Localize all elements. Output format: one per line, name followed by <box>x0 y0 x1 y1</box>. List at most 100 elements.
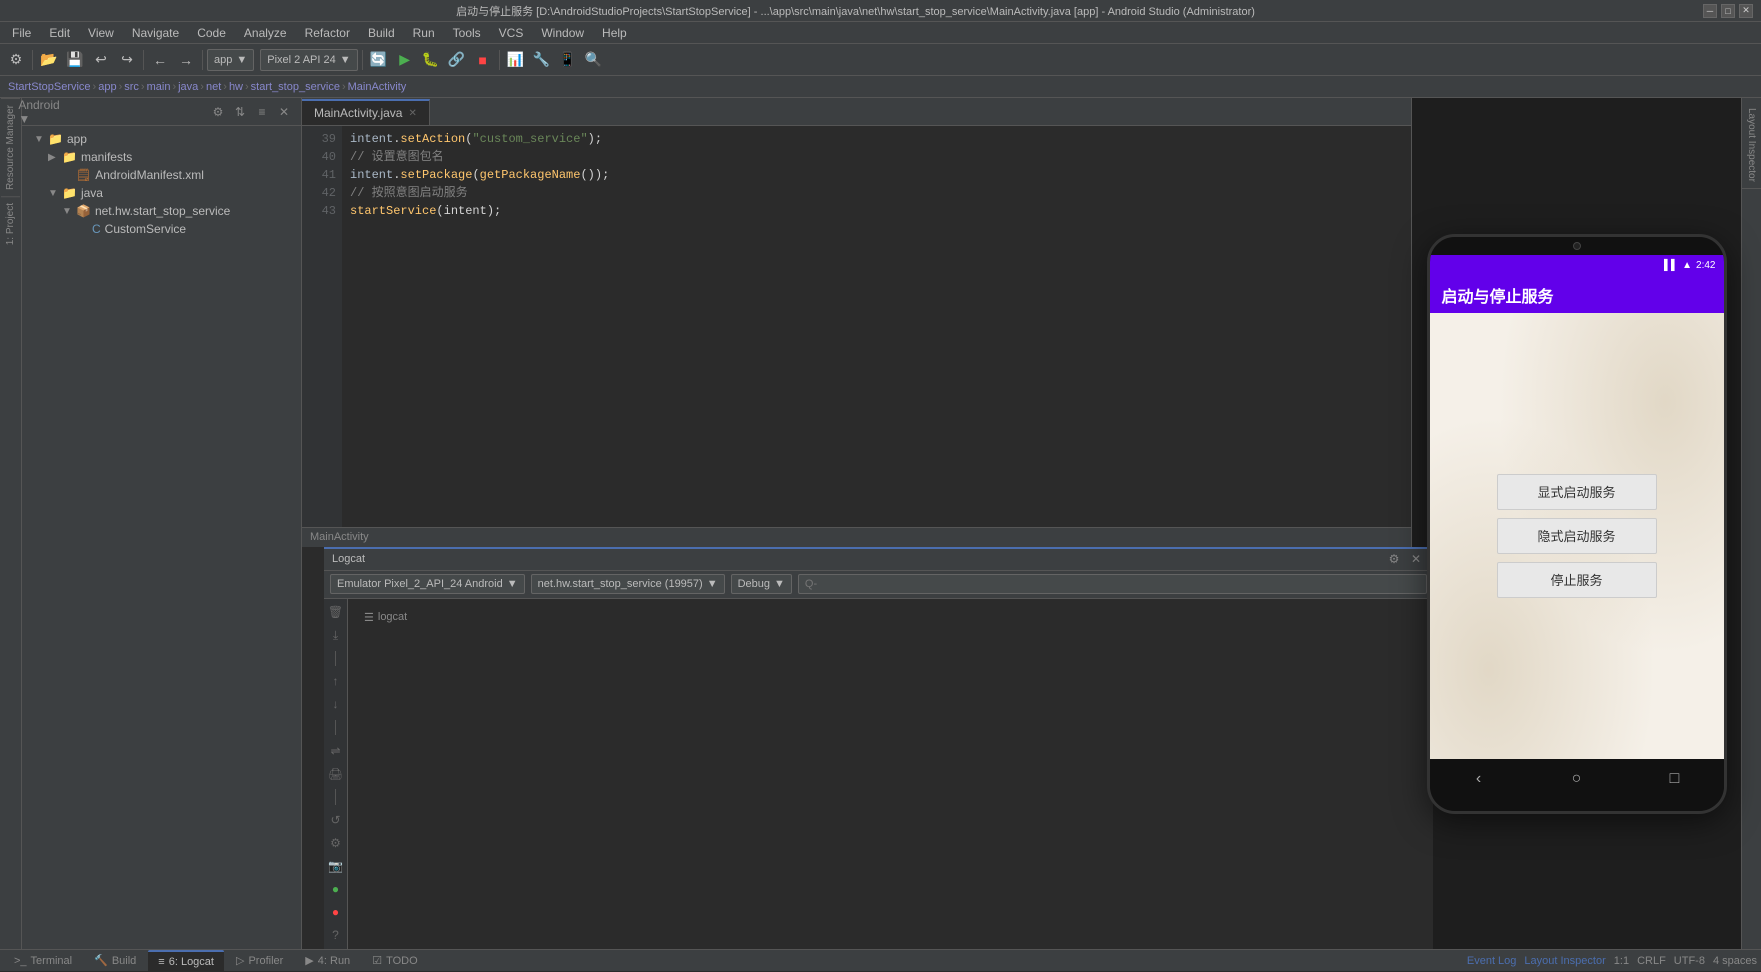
tab-run[interactable]: ▶ 4: Run <box>295 950 360 972</box>
menu-navigate[interactable]: Navigate <box>124 24 187 42</box>
bc-mainactivity[interactable]: MainActivity <box>348 81 407 93</box>
sort-icon[interactable]: ⇅ <box>231 103 249 121</box>
back-nav-icon[interactable]: ‹ <box>1467 767 1491 791</box>
bc-main[interactable]: main <box>147 81 171 93</box>
red-logcat-icon[interactable]: ● <box>326 903 346 922</box>
restart-logcat-icon[interactable]: ↺ <box>326 811 346 830</box>
phone-btn3[interactable]: 停止服务 <box>1497 562 1657 598</box>
toolbar-open[interactable]: 📂 <box>37 48 61 72</box>
settings-logcat-icon[interactable]: ⚙ <box>326 834 346 853</box>
collapse-all-icon[interactable]: ≡ <box>253 103 271 121</box>
tab-build[interactable]: 🔨 Build <box>84 950 146 972</box>
phone-status-bar: ▌▌ ▲ 2:42 <box>1430 255 1724 277</box>
bc-hw[interactable]: hw <box>229 81 243 93</box>
toolbar-undo[interactable]: ↩ <box>89 48 113 72</box>
profile-button[interactable]: 📊 <box>504 48 528 72</box>
layout-inspector-tab[interactable]: Layout Inspector <box>1742 102 1761 189</box>
search-button[interactable]: 🔍 <box>582 48 606 72</box>
run-tab-icon: ▶ <box>305 954 313 967</box>
menu-tools[interactable]: Tools <box>445 24 489 42</box>
menu-window[interactable]: Window <box>533 24 592 42</box>
tab-close-icon[interactable]: ✕ <box>408 108 416 119</box>
tab-terminal[interactable]: >_ Terminal <box>4 950 82 972</box>
clear-logcat-icon[interactable]: 🗑 <box>326 603 346 622</box>
code-content[interactable]: intent.setAction("custom_service"); // 设… <box>342 126 1411 527</box>
tab-todo[interactable]: ☑ TODO <box>362 950 427 972</box>
project-tab[interactable]: 1: Project <box>1 196 20 251</box>
tree-java[interactable]: ▼ 📁 java <box>22 184 301 202</box>
tree-androidmanifest[interactable]: 🗒 AndroidManifest.xml <box>22 166 301 184</box>
bc-java[interactable]: java <box>178 81 198 93</box>
todo-icon: ☑ <box>372 954 382 967</box>
tab-logcat[interactable]: ≡ 6: Logcat <box>148 950 224 972</box>
phone-btn1[interactable]: 显式启动服务 <box>1497 474 1657 510</box>
avd-button[interactable]: 📱 <box>556 48 580 72</box>
maximize-button[interactable]: □ <box>1721 4 1735 18</box>
menu-run[interactable]: Run <box>405 24 443 42</box>
level-dropdown[interactable]: Debug ▼ <box>731 574 792 594</box>
layout-inspector-link[interactable]: Layout Inspector <box>1524 955 1605 967</box>
device-dropdown[interactable]: Pixel 2 API 24 ▼ <box>260 49 357 71</box>
toolbar-forward[interactable]: → <box>174 48 198 72</box>
wrap-logcat-icon[interactable]: ⇌ <box>326 741 346 760</box>
tree-package[interactable]: ▼ 📦 net.hw.start_stop_service <box>22 202 301 220</box>
gear-icon[interactable]: ⚙ <box>209 103 227 121</box>
menu-analyze[interactable]: Analyze <box>236 24 295 42</box>
logcat-search-input[interactable] <box>798 574 1427 594</box>
bc-src[interactable]: src <box>124 81 139 93</box>
sdk-button[interactable]: 🔧 <box>530 48 554 72</box>
home-nav-icon[interactable]: ○ <box>1565 767 1589 791</box>
down-logcat-icon[interactable]: ↓ <box>326 695 346 714</box>
toolbar-back[interactable]: ← <box>148 48 172 72</box>
left-edge-panels: Resource Manager 1: Project <box>0 98 22 949</box>
phone-btn2[interactable]: 隐式启动服务 <box>1497 518 1657 554</box>
menu-vcs[interactable]: VCS <box>491 24 532 42</box>
logcat-close-icon[interactable]: ✕ <box>1407 550 1425 568</box>
menu-view[interactable]: View <box>80 24 122 42</box>
green-logcat-icon[interactable]: ● <box>326 880 346 899</box>
menu-refactor[interactable]: Refactor <box>297 24 358 42</box>
tab-profiler[interactable]: ▷ Profiler <box>226 950 293 972</box>
help-logcat-icon[interactable]: ? <box>326 926 346 945</box>
menu-code[interactable]: Code <box>189 24 234 42</box>
menu-edit[interactable]: Edit <box>41 24 78 42</box>
debug-button[interactable]: 🐛 <box>419 48 443 72</box>
run-button[interactable]: ▶ <box>393 48 417 72</box>
attach-button[interactable]: 🔗 <box>445 48 469 72</box>
stop-button[interactable]: ■ <box>471 48 495 72</box>
sep2 <box>143 50 144 70</box>
menu-file[interactable]: File <box>4 24 39 42</box>
bc-startStopService[interactable]: StartStopService <box>8 81 91 93</box>
menu-build[interactable]: Build <box>360 24 403 42</box>
tree-app[interactable]: ▼ 📁 app <box>22 130 301 148</box>
bc-net[interactable]: net <box>206 81 221 93</box>
resource-manager-tab[interactable]: Resource Manager <box>1 98 20 196</box>
logcat-gear-icon[interactable]: ⚙ <box>1385 550 1403 568</box>
toolbar-settings[interactable]: ⚙ <box>4 48 28 72</box>
menu-help[interactable]: Help <box>594 24 635 42</box>
emulator-dropdown[interactable]: Emulator Pixel_2_API_24 Android ▼ <box>330 574 525 594</box>
code-line-39: intent.setAction("custom_service"); <box>350 130 1403 148</box>
logcat-header: Logcat ⚙ ✕ <box>324 549 1433 571</box>
scroll-logcat-icon[interactable]: ⤓ <box>326 626 346 645</box>
toolbar-save[interactable]: 💾 <box>63 48 87 72</box>
close-panel-icon[interactable]: ✕ <box>275 103 293 121</box>
close-button[interactable]: ✕ <box>1739 4 1753 18</box>
app-dropdown[interactable]: app ▼ <box>207 49 254 71</box>
package-dropdown[interactable]: net.hw.start_stop_service (19957) ▼ <box>531 574 725 594</box>
bc-app[interactable]: app <box>98 81 116 93</box>
toolbar-redo[interactable]: ↪ <box>115 48 139 72</box>
tree-customservice[interactable]: C CustomService <box>22 220 301 238</box>
tab-mainactivity[interactable]: MainActivity.java ✕ <box>302 99 430 125</box>
event-log-link[interactable]: Event Log <box>1467 955 1517 967</box>
sep1 <box>32 50 33 70</box>
minimize-button[interactable]: ─ <box>1703 4 1717 18</box>
up-logcat-icon[interactable]: ↑ <box>326 672 346 691</box>
print-logcat-icon[interactable]: 🖨 <box>326 764 346 783</box>
sync-button[interactable]: 🔄 <box>367 48 391 72</box>
recents-nav-icon[interactable]: □ <box>1663 767 1687 791</box>
tree-manifests[interactable]: ▶ 📁 manifests <box>22 148 301 166</box>
snapshot-logcat-icon[interactable]: 📷 <box>326 857 346 876</box>
scope-selector[interactable]: Android ▼ <box>30 103 48 121</box>
bc-start-stop[interactable]: start_stop_service <box>251 81 340 93</box>
